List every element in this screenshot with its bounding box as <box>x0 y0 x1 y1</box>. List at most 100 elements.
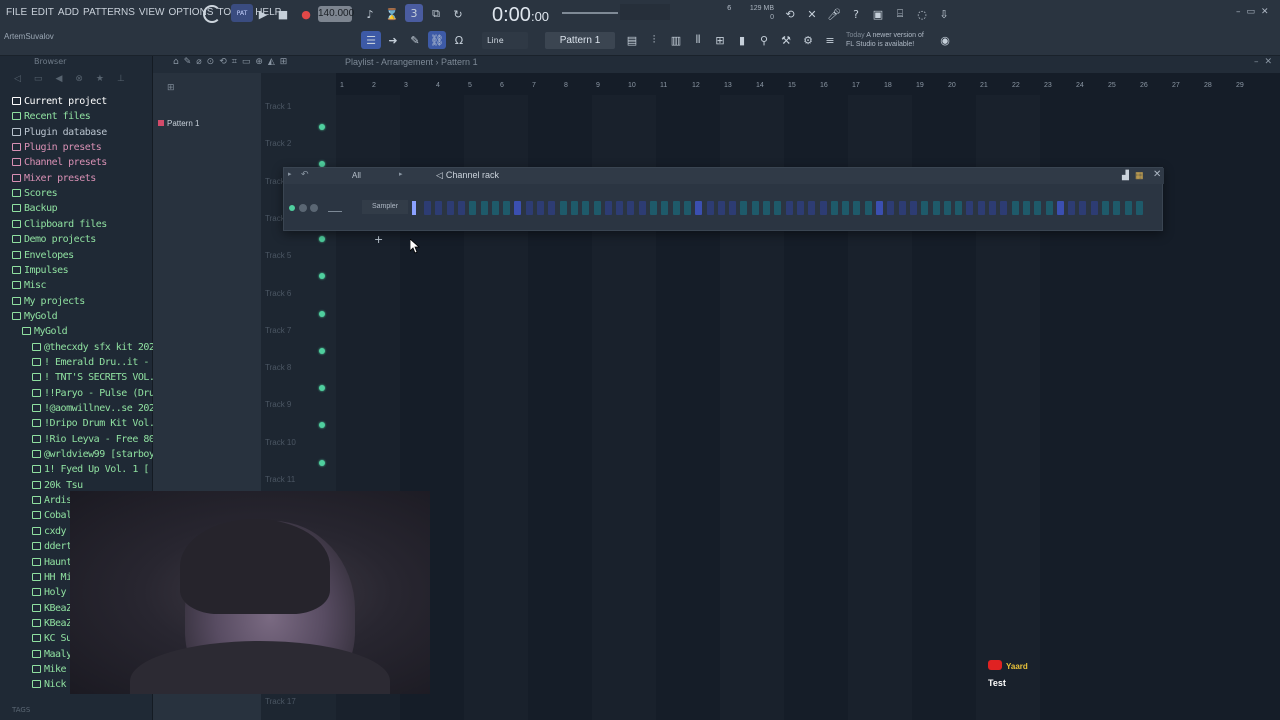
step-button[interactable] <box>446 201 454 215</box>
step-button[interactable] <box>864 201 872 215</box>
track-label[interactable]: Track 17 <box>265 697 296 706</box>
step-button[interactable] <box>932 201 940 215</box>
tempo-display[interactable]: 140.000 <box>318 6 354 22</box>
track-mute-led[interactable] <box>319 235 325 242</box>
loop-record-icon[interactable]: ↻ <box>449 5 467 23</box>
step-button[interactable] <box>1056 201 1064 215</box>
step-button[interactable] <box>683 201 691 215</box>
step-button[interactable] <box>909 201 917 215</box>
link-icon[interactable]: ⛓︎ <box>428 31 446 49</box>
tools-icon[interactable]: ⚙ <box>799 31 817 49</box>
browser-item[interactable]: ! TNT'S SECRETS VOL. 1 <box>32 370 166 385</box>
filter-arrow-icon[interactable]: ▸ <box>399 170 403 178</box>
track-label[interactable]: Track 6 <box>265 289 291 298</box>
track-mute-led[interactable] <box>319 273 325 280</box>
step-button[interactable] <box>570 201 578 215</box>
browser-item[interactable]: Scores <box>12 186 58 201</box>
track-mute-led[interactable] <box>319 124 325 130</box>
mixer-track-box[interactable] <box>328 204 342 212</box>
step-button[interactable] <box>469 201 477 215</box>
picker-icon[interactable]: ⊞ <box>167 83 175 93</box>
step-button[interactable] <box>525 201 533 215</box>
step-button[interactable] <box>638 201 646 215</box>
snap-mode-select[interactable]: Line <box>482 32 528 49</box>
collapse-icon[interactable]: ◁ <box>14 74 21 88</box>
browser-item[interactable]: cxdy <box>32 524 67 539</box>
step-button[interactable] <box>977 201 985 215</box>
step-button[interactable] <box>921 201 929 215</box>
step-button[interactable] <box>1079 201 1087 215</box>
track-label[interactable]: Track 2 <box>265 139 291 148</box>
volume-knob[interactable] <box>310 204 318 212</box>
step-button[interactable] <box>966 201 974 215</box>
step-button[interactable] <box>1000 201 1008 215</box>
step-button[interactable] <box>898 201 906 215</box>
browser-item[interactable]: Plugin database <box>12 125 107 140</box>
metronome-icon[interactable]: ♪ <box>361 5 379 23</box>
step-button[interactable] <box>706 201 714 215</box>
step-button[interactable] <box>435 201 443 215</box>
browser-toggle-icon[interactable]: ▤ <box>623 31 641 49</box>
step-button[interactable] <box>740 201 748 215</box>
mixer-toggle-icon[interactable]: ⫶ <box>645 31 663 49</box>
step-button[interactable] <box>830 201 838 215</box>
master-pitch[interactable] <box>620 4 670 20</box>
news-panel[interactable]: Today A newer version of FL Studio is ava… <box>846 31 924 49</box>
piano-roll-toggle-icon[interactable]: ⦀ <box>689 31 707 49</box>
step-button[interactable] <box>887 201 895 215</box>
search-options-icon[interactable]: ⊗ <box>75 74 83 88</box>
step-button[interactable] <box>819 201 827 215</box>
undo-icon[interactable]: ↶ <box>301 169 309 180</box>
step-view-icon[interactable]: ▦ <box>1135 170 1144 181</box>
chat-icon[interactable]: ◌ <box>913 5 931 23</box>
step-button[interactable] <box>593 201 601 215</box>
step-button[interactable] <box>424 201 431 215</box>
step-button[interactable] <box>616 201 624 215</box>
menu-edit[interactable]: EDIT <box>29 7 56 18</box>
track-label[interactable]: Track 7 <box>265 326 291 335</box>
step-button[interactable] <box>717 201 725 215</box>
step-button[interactable] <box>604 201 612 215</box>
pattern-item[interactable]: Pattern 1 <box>158 119 199 128</box>
microphone-icon[interactable]: 🎤︎ <box>825 5 843 23</box>
step-button[interactable] <box>457 201 465 215</box>
step-button[interactable] <box>796 201 804 215</box>
record-button[interactable]: ● <box>297 5 315 23</box>
menu-patterns[interactable]: PATTERNS <box>81 7 137 18</box>
close-icon[interactable]: ✕ <box>1153 169 1161 180</box>
track-label[interactable]: Track 5 <box>265 251 291 260</box>
browser-item[interactable]: @thecxdy sfx kit 2022 <box>32 340 160 355</box>
step-button[interactable] <box>503 201 511 215</box>
master-volume[interactable] <box>562 12 618 14</box>
step-button[interactable] <box>1090 201 1098 215</box>
track-label[interactable]: Track 1 <box>265 102 291 111</box>
step-button[interactable] <box>785 201 793 215</box>
draw-icon[interactable]: ✎ <box>406 31 424 49</box>
channel-led[interactable] <box>289 205 295 211</box>
time-display[interactable]: 0:00:00 <box>492 4 549 27</box>
step-button[interactable] <box>537 201 544 215</box>
browser-item[interactable]: Backup <box>12 201 58 216</box>
timeline-ruler[interactable]: 1 2 3 4 5 6 7 8 9 10 11 12 13 14 15 16 17 18 19 20 21 22 23 24 2… <box>336 82 1280 95</box>
browser-item[interactable]: Envelopes <box>12 248 74 263</box>
browser-item[interactable]: Clipboard files <box>12 217 107 232</box>
step-button[interactable] <box>480 201 488 215</box>
step-button[interactable] <box>955 201 963 215</box>
file-icon[interactable]: ▭ <box>34 74 43 88</box>
step-button[interactable] <box>989 201 996 215</box>
step-button[interactable] <box>853 201 861 215</box>
plug-icon[interactable]: ⚲ <box>755 31 773 49</box>
plugin-picker-icon[interactable]: ⊞ <box>711 31 729 49</box>
browser-item[interactable]: MyGold <box>22 324 68 339</box>
track-mute-led[interactable] <box>319 385 325 392</box>
step-button[interactable] <box>695 201 703 215</box>
clipboard-icon[interactable]: ▮ <box>733 31 751 49</box>
step-button[interactable] <box>1135 201 1143 215</box>
browser-item[interactable]: Recent files <box>12 109 91 124</box>
wait-icon[interactable]: ⌛ <box>383 5 401 23</box>
browser-item[interactable]: @wrldview99 [starboy] <box>32 447 160 462</box>
stop-button[interactable]: ■ <box>274 5 292 23</box>
browser-item[interactable]: Demo projects <box>12 232 96 247</box>
track-label[interactable]: Track 11 <box>265 475 295 484</box>
options-arrow-icon[interactable]: ▸ <box>288 170 292 178</box>
